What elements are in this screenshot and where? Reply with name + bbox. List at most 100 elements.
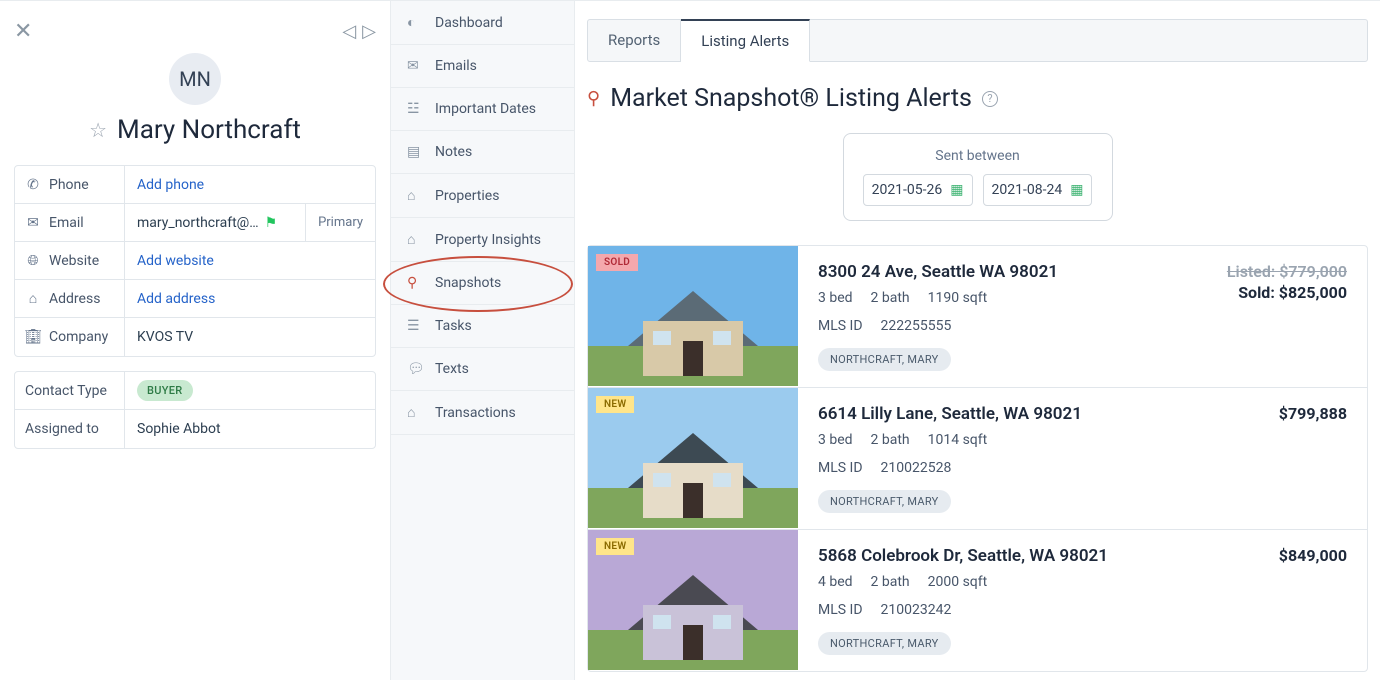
email-value: mary_northcraft@… (137, 215, 259, 231)
add-address-link[interactable]: Add address (125, 280, 375, 317)
listing-baths: 2 bath (871, 290, 910, 306)
company-value: KVOS TV (125, 318, 375, 356)
prev-contact-icon[interactable]: ◁ (342, 21, 356, 42)
phone-icon: ✆ (25, 177, 41, 193)
listing-sqft: 2000 sqft (928, 574, 988, 590)
nav-property-insights[interactable]: ⌂Property Insights (391, 218, 574, 262)
listing-address: 8300 24 Ave, Seattle WA 98021 (818, 262, 1227, 282)
house-icon: ⌂ (407, 187, 423, 204)
pin-icon: ⚲ (407, 275, 423, 291)
pin-icon: ⚲ (587, 88, 600, 109)
nav-label: Tasks (435, 318, 472, 334)
listing-badge: SOLD (596, 254, 638, 271)
mls-id: 210023242 (881, 602, 952, 618)
contact-info-table: ✆Phone Add phone ✉Email mary_northcraft@… (14, 165, 376, 357)
phone-label: Phone (49, 177, 89, 193)
price: $799,888 (1279, 404, 1347, 423)
close-icon[interactable]: ✕ (14, 21, 32, 43)
listings-container: SOLD 8300 24 Ave, Seattle WA 98021 3 bed… (587, 245, 1368, 672)
nav-snapshots[interactable]: ⚲ Snapshots (391, 262, 574, 305)
nav-label: Emails (435, 58, 477, 74)
nav-important-dates[interactable]: ☳ Important Dates (391, 88, 574, 131)
date-from-value: 2021-05-26 (872, 182, 943, 198)
listing-sqft: 1190 sqft (928, 290, 988, 306)
listing-image: NEW (588, 530, 798, 670)
home-icon: ⌂ (25, 291, 41, 307)
listing-row[interactable]: SOLD 8300 24 Ave, Seattle WA 98021 3 bed… (588, 246, 1367, 388)
date-from-input[interactable]: 2021-05-26 ▦ (863, 174, 973, 206)
listing-image: SOLD (588, 246, 798, 386)
listing-baths: 2 bath (871, 574, 910, 590)
nav-dashboard[interactable]: ◐Dashboard (391, 1, 574, 45)
nav-label: Important Dates (435, 101, 536, 117)
website-label: Website (49, 253, 99, 269)
nav-transactions[interactable]: ⌂ Transactions (391, 391, 574, 435)
help-icon[interactable]: ? (982, 91, 998, 107)
main-content: Reports Listing Alerts ⚲ Market Snapshot… (575, 1, 1380, 680)
add-phone-link[interactable]: Add phone (125, 166, 375, 203)
price-listed: Listed: $779,000 (1227, 262, 1347, 281)
listing-beds: 4 bed (818, 574, 853, 590)
tab-reports[interactable]: Reports (588, 20, 681, 61)
gauge-icon: ◐ (407, 14, 423, 31)
contact-type-label: Contact Type (25, 383, 107, 399)
assigned-label: Assigned to (25, 421, 99, 437)
envelope-icon: ✉ (407, 58, 423, 74)
nav-label: Properties (435, 188, 499, 204)
date-to-input[interactable]: 2021-08-24 ▦ (983, 174, 1093, 206)
listing-baths: 2 bath (871, 432, 910, 448)
avatar: MN (169, 53, 221, 105)
tab-listing-alerts[interactable]: Listing Alerts (681, 19, 810, 62)
listing-beds: 3 bed (818, 432, 853, 448)
nav-tasks[interactable]: ☰Tasks (391, 305, 574, 348)
address-label: Address (49, 291, 100, 307)
listing-sqft: 1014 sqft (928, 432, 988, 448)
email-icon: ✉ (25, 215, 41, 231)
calendar-star-icon: ☳ (407, 101, 423, 117)
calendar-icon: ▦ (950, 182, 963, 198)
contact-name: Mary Northcraft (117, 115, 301, 145)
nav-label: Texts (435, 361, 469, 377)
price-sold: Sold: $825,000 (1227, 283, 1347, 302)
next-contact-icon[interactable]: ▷ (362, 21, 376, 42)
listing-address: 6614 Lilly Lane, Seattle, WA 98021 (818, 404, 1279, 424)
date-to-value: 2021-08-24 (992, 182, 1063, 198)
nav-label: Snapshots (435, 275, 501, 291)
agent-chip: NORTHCRAFT, MARY (818, 490, 951, 513)
star-icon[interactable]: ☆ (89, 118, 107, 142)
listing-row[interactable]: NEW 5868 Colebrook Dr, Seattle, WA 98021… (588, 530, 1367, 671)
chat-icon: 💬︎ (407, 361, 423, 377)
globe-icon: 🌐︎ (25, 253, 41, 269)
nav-texts[interactable]: 💬︎ Texts (391, 348, 574, 391)
company-label: Company (49, 329, 108, 345)
contact-panel: ✕ ◁ ▷ MN ☆ Mary Northcraft ✆ Phone Add ph… (0, 1, 390, 680)
mls-id: 210022528 (881, 460, 952, 476)
listing-address: 5868 Colebrook Dr, Seattle, WA 98021 (818, 546, 1279, 566)
contact-meta-table: Contact Type BUYER Assigned to Sophie Ab… (14, 371, 376, 449)
mls-label: MLS ID (818, 460, 863, 476)
nav-emails[interactable]: ✉ Emails (391, 45, 574, 88)
listing-badge: NEW (596, 538, 634, 555)
assigned-value: Sophie Abbot (125, 410, 375, 448)
nav-label: Transactions (435, 405, 516, 421)
contact-type-badge: BUYER (137, 380, 193, 401)
nav-label: Property Insights (435, 232, 541, 248)
agent-chip: NORTHCRAFT, MARY (818, 348, 951, 371)
note-icon: ▤ (407, 144, 423, 160)
date-filter: Sent between 2021-05-26▦ 2021-08-24▦ (843, 133, 1113, 221)
flag-icon: ⚑ (265, 215, 278, 231)
price: $849,000 (1279, 546, 1347, 565)
money-house-icon: ⌂ (407, 404, 423, 421)
building-icon: 🏢︎ (25, 329, 41, 345)
nav-properties[interactable]: ⌂ Properties (391, 174, 574, 218)
listing-image: NEW (588, 388, 798, 528)
page-title: Market Snapshot® Listing Alerts (610, 84, 972, 113)
add-website-link[interactable]: Add website (125, 242, 375, 279)
mls-label: MLS ID (818, 318, 863, 334)
listing-beds: 3 bed (818, 290, 853, 306)
nav-label: Notes (435, 144, 472, 160)
calendar-icon: ▦ (1070, 182, 1083, 198)
listing-row[interactable]: NEW 6614 Lilly Lane, Seattle, WA 98021 3… (588, 388, 1367, 530)
nav-notes[interactable]: ▤ Notes (391, 131, 574, 174)
contact-nav: ◐Dashboard ✉ Emails ☳ Important Dates ▤ Not… (390, 1, 575, 680)
